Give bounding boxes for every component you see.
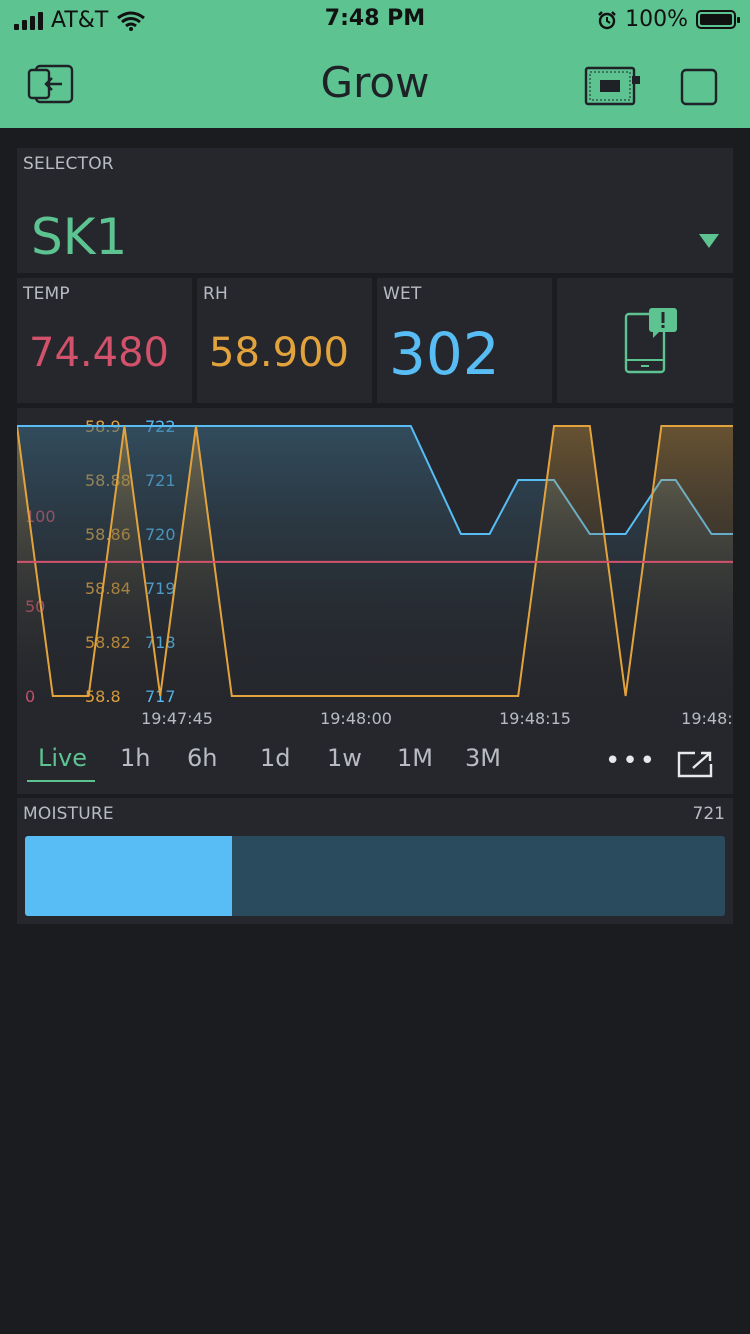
temp-value: 74.480 (29, 330, 169, 376)
x-tick: 19:48:15 (499, 709, 571, 728)
temp-display: TEMP 74.480 (17, 278, 192, 403)
temp-label: TEMP (23, 284, 70, 304)
device-board-icon[interactable] (584, 66, 642, 106)
rh-label: RH (203, 284, 228, 304)
tab-1w[interactable]: 1w (327, 744, 362, 772)
wet-display: WET 302 (377, 278, 552, 403)
superchart[interactable]: 10050058.958.8858.8658.8458.8258.8722721… (17, 408, 733, 794)
tab-6h[interactable]: 6h (187, 744, 217, 772)
tab-live[interactable]: Live (38, 744, 87, 772)
selector-widget[interactable]: SELECTOR SK1 (17, 148, 733, 273)
moisture-bar-fill (25, 836, 232, 916)
x-tick: 19:48:3 (681, 709, 733, 728)
moisture-bar (25, 836, 725, 916)
wet-label: WET (383, 284, 422, 304)
status-right: 100% (597, 7, 740, 32)
stop-icon[interactable] (680, 68, 718, 106)
status-bar: AT&T 7:48 PM 100% (0, 0, 750, 40)
wet-value: 302 (389, 320, 500, 388)
moisture-value: 721 (692, 804, 725, 824)
active-period-underline (27, 780, 95, 782)
battery-icon (696, 10, 740, 29)
app-header: AT&T 7:48 PM 100% Grow (0, 0, 750, 128)
x-tick: 19:47:45 (141, 709, 213, 728)
rh-display: RH 58.900 (197, 278, 372, 403)
period-tabs: Live 1h 6h 1d 1w 1M 3M ••• (17, 738, 733, 788)
selector-label: SELECTOR (23, 154, 114, 174)
selector-value: SK1 (31, 208, 128, 266)
tab-1d[interactable]: 1d (260, 744, 291, 772)
tab-1h[interactable]: 1h (120, 744, 150, 772)
fullscreen-icon[interactable] (677, 750, 713, 778)
x-tick: 19:48:00 (320, 709, 392, 728)
tab-3m[interactable]: 3M (465, 744, 501, 772)
notification-widget[interactable] (557, 278, 733, 403)
tab-1m[interactable]: 1M (397, 744, 433, 772)
phone-notification-icon[interactable] (623, 306, 679, 376)
more-options-icon[interactable]: ••• (605, 746, 657, 776)
chart-plot[interactable]: 10050058.958.8858.8658.8458.8258.8722721… (17, 408, 733, 738)
moisture-label: MOISTURE (23, 804, 114, 824)
battery-percent: 100% (625, 7, 688, 32)
moisture-widget: MOISTURE 721 (17, 798, 733, 924)
rh-value: 58.900 (209, 330, 349, 376)
dropdown-arrow-icon[interactable] (699, 234, 719, 248)
alarm-icon (598, 10, 616, 29)
